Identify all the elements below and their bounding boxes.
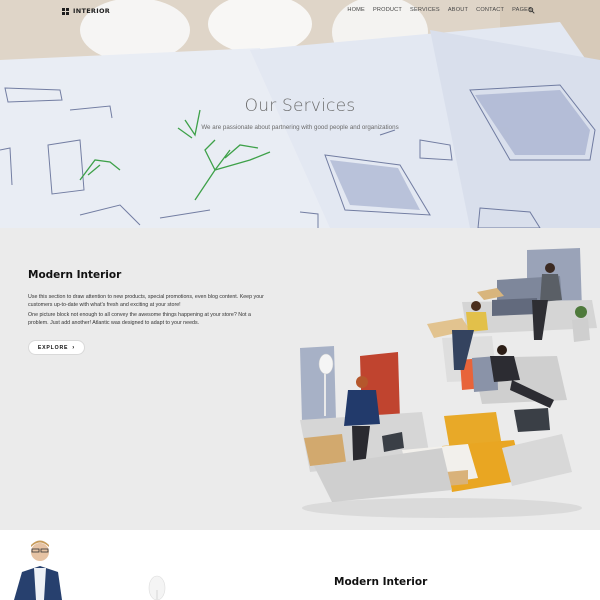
explore-button[interactable]: EXPLORE › (28, 340, 85, 355)
explore-button-label: EXPLORE (37, 344, 69, 351)
search-icon[interactable] (528, 7, 535, 14)
nav-menu: HOME PRODUCT SERVICES ABOUT CONTACT PAGE… (343, 7, 536, 13)
feature-paragraph-2: One picture block not enough to all conv… (28, 312, 251, 326)
nav-item-contact[interactable]: CONTACT (472, 7, 508, 13)
modular-seating-image (300, 248, 597, 518)
second-feature-title: Modern Interior (334, 576, 428, 588)
feature-paragraph-1: Use this section to draw attention to ne… (28, 294, 264, 308)
nav-item-home[interactable]: HOME (343, 7, 369, 13)
hero-title: Our Services (244, 96, 356, 116)
logo-text: INTERIOR (73, 7, 111, 15)
hero-subtitle: We are passionate about partnering with … (201, 124, 399, 131)
feature-section: Modern Interior Use this section to draw… (0, 228, 600, 530)
nav-item-services[interactable]: SERVICES (406, 7, 444, 13)
nav-item-about[interactable]: ABOUT (444, 7, 472, 13)
chevron-right-icon: › (72, 344, 76, 351)
team-photo (14, 540, 166, 600)
nav-item-product[interactable]: PRODUCT (369, 7, 406, 13)
top-navigation: INTERIOR HOME PRODUCT SERVICES ABOUT CON… (0, 0, 600, 22)
hero-banner: INTERIOR HOME PRODUCT SERVICES ABOUT CON… (0, 0, 600, 228)
logo-grid-icon (62, 7, 70, 15)
feature-title: Modern Interior (28, 269, 122, 281)
second-feature-section: Modern Interior (0, 530, 600, 600)
site-logo[interactable]: INTERIOR (62, 7, 110, 15)
